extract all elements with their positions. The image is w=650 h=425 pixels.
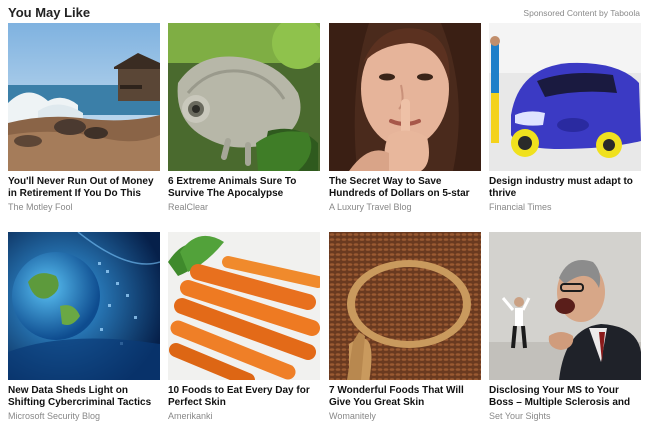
recommendation-card[interactable]: New Data Sheds Light on Shifting Cybercr… [8, 232, 160, 422]
card-headline[interactable]: You'll Never Run Out of Money in Retirem… [8, 176, 160, 200]
card-source: A Luxury Travel Blog [329, 202, 412, 212]
card-headline[interactable]: 7 Wonderful Foods That Will Give You Gre… [329, 385, 481, 409]
card-source: The Motley Fool [8, 202, 73, 212]
tardigrade-photo[interactable] [168, 23, 320, 171]
widget-title: You May Like [8, 5, 91, 20]
card-headline[interactable]: New Data Sheds Light on Shifting Cybercr… [8, 385, 160, 409]
concept-car-photo[interactable] [489, 23, 641, 171]
card-source: Set Your Sights [489, 411, 551, 421]
card-source: Amerikanki [168, 411, 213, 421]
widget-header: You May Like Sponsored Content by Tabool… [8, 5, 640, 21]
card-headline[interactable]: Disclosing Your MS to Your Boss – Multip… [489, 385, 641, 409]
recommendation-card[interactable]: 10 Foods to Eat Every Day for Perfect Sk… [168, 232, 320, 422]
digital-globe-photo[interactable] [8, 232, 160, 380]
angry-boss-photo[interactable] [489, 232, 641, 380]
coastal-house-photo[interactable] [8, 23, 160, 171]
woman-shush-photo[interactable] [329, 23, 481, 171]
recommendation-card[interactable]: The Secret Way to Save Hundreds of Dolla… [329, 23, 481, 213]
recommendation-card[interactable]: Design industry must adapt to thrive Fin… [489, 23, 641, 213]
card-source: Womanitely [329, 411, 376, 421]
card-headline[interactable]: 6 Extreme Animals Sure To Survive The Ap… [168, 176, 320, 200]
recommendation-card[interactable]: 7 Wonderful Foods That Will Give You Gre… [329, 232, 481, 422]
card-headline[interactable]: Design industry must adapt to thrive [489, 176, 641, 200]
sponsor-link[interactable]: Sponsored Content by Taboola [523, 8, 640, 18]
recommendation-card[interactable]: Disclosing Your MS to Your Boss – Multip… [489, 232, 641, 422]
recommendation-card[interactable]: You'll Never Run Out of Money in Retirem… [8, 23, 160, 213]
recommendation-card[interactable]: 6 Extreme Animals Sure To Survive The Ap… [168, 23, 320, 213]
flax-seeds-photo[interactable] [329, 232, 481, 380]
carrots-photo[interactable] [168, 232, 320, 380]
card-headline[interactable]: The Secret Way to Save Hundreds of Dolla… [329, 176, 481, 200]
card-source: RealClear [168, 202, 209, 212]
card-source: Financial Times [489, 202, 552, 212]
card-headline[interactable]: 10 Foods to Eat Every Day for Perfect Sk… [168, 385, 320, 409]
card-source: Microsoft Security Blog [8, 411, 101, 421]
